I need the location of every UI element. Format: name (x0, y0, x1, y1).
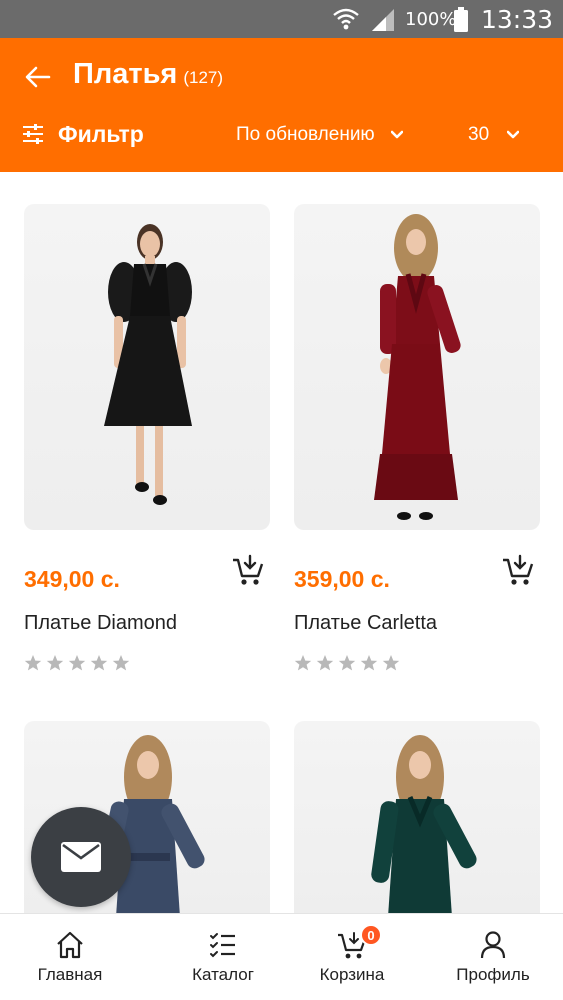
product-card[interactable] (294, 721, 540, 917)
nav-cart-label: Корзина (319, 965, 385, 984)
nav-catalog-label: Каталог (192, 965, 254, 984)
per-page-dropdown[interactable]: 30 (468, 120, 520, 150)
clock: 13:33 (481, 5, 554, 34)
bottom-navigation: Главная Каталог 0 Корзина Профиль (0, 913, 563, 1000)
star-icon (46, 655, 64, 671)
user-icon (480, 931, 506, 959)
app-header: Платья (127) Фильтр По обновлению 30 (0, 38, 563, 172)
product-card[interactable]: 359,00 с. Платье Carletta (294, 204, 540, 684)
rating-stars (24, 654, 130, 672)
product-image-burgundy-dress[interactable] (294, 204, 540, 530)
product-price: 349,00 с. (24, 566, 120, 592)
filter-label: Фильтр (58, 120, 144, 147)
star-icon (24, 655, 42, 671)
wifi-icon (333, 8, 359, 30)
home-icon (57, 931, 83, 959)
title-group: Платья (127) (73, 58, 223, 91)
product-price: 359,00 с. (294, 566, 390, 592)
sliders-icon (23, 124, 43, 144)
status-bar: 100% 13:33 (0, 0, 563, 38)
message-button[interactable] (31, 807, 131, 907)
catalog-list-icon (210, 933, 235, 958)
nav-catalog[interactable]: Каталог (163, 914, 283, 1000)
star-icon (90, 655, 108, 671)
add-to-cart-icon[interactable] (232, 554, 264, 586)
cart-count-badge: 0 (360, 924, 382, 946)
dress-photo (374, 214, 461, 520)
signal-icon (372, 9, 394, 31)
star-icon (382, 655, 400, 671)
page-title: Платья (73, 58, 178, 90)
nav-cart[interactable]: 0 Корзина (292, 914, 412, 1000)
product-name[interactable]: Платье Carletta (294, 612, 437, 635)
product-image-black-dress[interactable] (24, 204, 270, 530)
star-icon (360, 655, 378, 671)
battery-icon (454, 7, 468, 32)
chevron-down-icon (390, 130, 403, 139)
sort-dropdown[interactable]: По обновлению (236, 120, 403, 150)
star-icon (112, 655, 130, 671)
product-name[interactable]: Платье Diamond (24, 612, 177, 635)
nav-home[interactable]: Главная (10, 914, 130, 1000)
product-count: (127) (183, 68, 224, 87)
chevron-down-icon (507, 130, 520, 139)
star-icon (68, 655, 86, 671)
nav-profile[interactable]: Профиль (433, 914, 553, 1000)
star-icon (316, 655, 334, 671)
dress-photo (104, 224, 192, 505)
product-card[interactable]: 349,00 с. Платье Diamond (24, 204, 270, 684)
sort-label: По обновлению (236, 124, 375, 145)
filter-button[interactable]: Фильтр (22, 118, 144, 150)
nav-profile-label: Профиль (456, 965, 530, 984)
product-image-green-dress[interactable] (294, 721, 540, 917)
dress-photo (371, 735, 477, 917)
add-to-cart-icon[interactable] (502, 554, 534, 586)
star-icon (294, 655, 312, 671)
mail-icon (61, 842, 101, 872)
back-button[interactable] (18, 60, 58, 94)
arrow-left-icon (25, 66, 51, 88)
battery-percent: 100% (405, 9, 457, 30)
per-page-label: 30 (468, 124, 490, 145)
nav-home-label: Главная (37, 965, 103, 984)
star-icon (338, 655, 356, 671)
rating-stars (294, 654, 400, 672)
